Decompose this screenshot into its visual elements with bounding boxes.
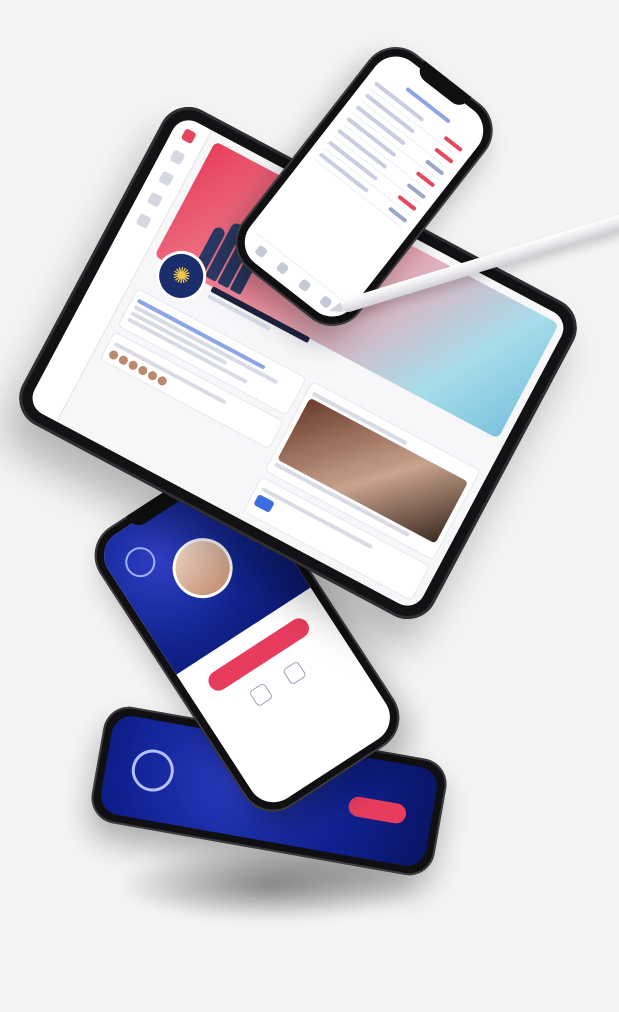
- tab-icon[interactable]: [253, 244, 269, 259]
- sidebar-icon[interactable]: [135, 212, 152, 230]
- splash-start-button[interactable]: [347, 795, 408, 825]
- login-options: [248, 660, 308, 708]
- tab-icon[interactable]: [275, 261, 290, 276]
- sidebar-icon[interactable]: [169, 149, 186, 166]
- option-icon[interactable]: [248, 682, 274, 708]
- sidebar-icon[interactable]: [180, 128, 197, 145]
- tab-icon[interactable]: [297, 278, 312, 293]
- post-action-button[interactable]: [252, 493, 275, 513]
- option-icon[interactable]: [282, 660, 308, 686]
- sidebar-icon[interactable]: [158, 170, 175, 187]
- profile-avatar-icon: [160, 526, 244, 610]
- brand-logo-icon: [119, 541, 162, 583]
- device-mockup-scene: ✺: [0, 0, 619, 1012]
- sidebar-icon[interactable]: [146, 191, 164, 208]
- brand-logo-icon: [128, 746, 178, 795]
